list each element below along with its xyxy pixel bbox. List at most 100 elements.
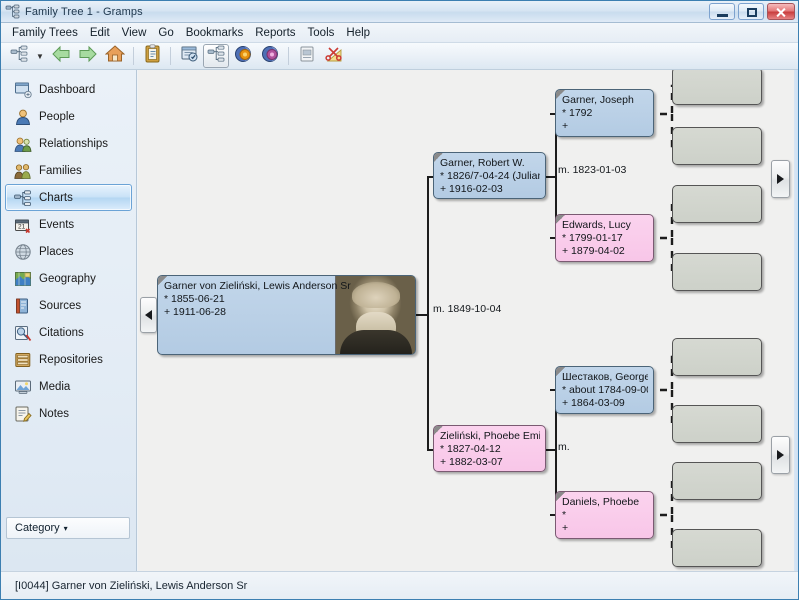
menu-go[interactable]: Go bbox=[152, 25, 179, 41]
pedigree-chart-canvas[interactable]: Garner von Zieliński, Lewis Anderson Sr … bbox=[138, 70, 794, 571]
menu-family-trees[interactable]: Family Trees bbox=[6, 25, 84, 41]
menu-reports[interactable]: Reports bbox=[249, 25, 301, 41]
sidebar-label: Families bbox=[39, 164, 82, 177]
menu-help[interactable]: Help bbox=[340, 25, 376, 41]
clipboard-button[interactable] bbox=[139, 44, 165, 68]
sidebar-item-people[interactable]: People bbox=[5, 103, 132, 130]
add-person-button[interactable] bbox=[230, 44, 256, 68]
minimize-button[interactable] bbox=[709, 3, 735, 20]
reports-button[interactable] bbox=[294, 44, 320, 68]
triangle-right-icon bbox=[777, 450, 784, 460]
sidebar-item-dashboard[interactable]: Dashboard bbox=[5, 76, 132, 103]
sidebar-label: Events bbox=[39, 218, 75, 231]
title-bar: Family Tree 1 - Gramps bbox=[1, 1, 798, 23]
sidebar-item-repositories[interactable]: Repositories bbox=[5, 346, 132, 373]
person-box-paternal-grandmother[interactable]: Edwards, Lucy * 1799-01-17 + 1879-04-02 bbox=[555, 214, 654, 262]
person-box-maternal-grandmother[interactable]: Daniels, Phoebe * + bbox=[555, 491, 654, 539]
geography-icon bbox=[14, 270, 32, 288]
sidebar-label: Charts bbox=[39, 191, 73, 204]
expand-lower-right-button[interactable] bbox=[771, 436, 790, 474]
sidebar-label: People bbox=[39, 110, 75, 123]
dashboard-icon bbox=[14, 81, 32, 99]
fold-corner-icon bbox=[556, 367, 565, 376]
close-button[interactable] bbox=[767, 3, 795, 20]
clipboard-icon bbox=[144, 44, 161, 68]
person-box-empty-4[interactable] bbox=[672, 253, 762, 291]
toolbar-separator bbox=[288, 47, 289, 65]
home-person-button[interactable] bbox=[102, 44, 128, 68]
sidebar-item-media[interactable]: Media bbox=[5, 373, 132, 400]
person-box-empty-2[interactable] bbox=[672, 127, 762, 165]
maximize-button[interactable] bbox=[738, 3, 764, 20]
person-box-maternal-grandfather[interactable]: Шестаков, George * about 1784-09-00 + 18… bbox=[555, 366, 654, 414]
undo-history-button[interactable] bbox=[321, 44, 347, 68]
window-title: Family Tree 1 - Gramps bbox=[25, 5, 143, 18]
back-button[interactable] bbox=[48, 44, 74, 68]
fold-corner-icon bbox=[434, 153, 443, 162]
notes-icon bbox=[14, 405, 32, 423]
menu-bookmarks[interactable]: Bookmarks bbox=[180, 25, 250, 41]
person-death: + 1879-04-02 bbox=[562, 245, 625, 257]
person-name: Garner, Robert W. bbox=[440, 157, 525, 169]
new-family-tree-button[interactable] bbox=[6, 44, 32, 68]
person-box-paternal-grandfather[interactable]: Garner, Joseph * 1792 + bbox=[555, 89, 654, 137]
sidebar-label: Citations bbox=[39, 326, 84, 339]
sidebar-item-relationships[interactable]: Relationships bbox=[5, 130, 132, 157]
person-birth: * about 1784-09-00 bbox=[562, 384, 648, 396]
sidebar-item-citations[interactable]: Citations bbox=[5, 319, 132, 346]
fold-corner-icon bbox=[556, 215, 565, 224]
forward-button[interactable] bbox=[75, 44, 101, 68]
page-icon bbox=[299, 45, 315, 68]
person-box-empty-7[interactable] bbox=[672, 462, 762, 500]
charts-view-button[interactable] bbox=[203, 44, 229, 68]
person-birth: * 1799-01-17 bbox=[562, 232, 623, 244]
sidebar-item-events[interactable]: 21 Events bbox=[5, 211, 132, 238]
tool-bar: ▼ bbox=[1, 43, 798, 70]
menu-view[interactable]: View bbox=[116, 25, 153, 41]
fold-corner-icon bbox=[556, 492, 565, 501]
status-bar: [I0044] Garner von Zieliński, Lewis Ande… bbox=[1, 571, 798, 599]
person-box-empty-3[interactable] bbox=[672, 185, 762, 223]
person-name: Daniels, Phoebe bbox=[562, 496, 640, 508]
person-death: + 1916-02-03 bbox=[440, 183, 503, 195]
sidebar-item-charts[interactable]: Charts bbox=[5, 184, 132, 211]
menu-tools[interactable]: Tools bbox=[302, 25, 341, 41]
toolbar-separator bbox=[133, 47, 134, 65]
person-box-empty-1[interactable] bbox=[672, 70, 762, 105]
menu-edit[interactable]: Edit bbox=[84, 25, 116, 41]
person-box-empty-8[interactable] bbox=[672, 529, 762, 567]
families-icon bbox=[14, 162, 32, 180]
marriage-label-maternal: m. bbox=[558, 441, 570, 453]
edit-person-button[interactable] bbox=[257, 44, 283, 68]
gramps-tree-icon bbox=[5, 4, 21, 20]
status-text: [I0044] Garner von Zieliński, Lewis Ande… bbox=[15, 579, 248, 592]
chevron-down-icon: ▾ bbox=[63, 523, 68, 533]
sidebar-item-places[interactable]: Places bbox=[5, 238, 132, 265]
expand-upper-right-button[interactable] bbox=[771, 160, 790, 198]
person-box-father[interactable]: Garner, Robert W. * 1826/7-04-24 (Julian… bbox=[433, 152, 546, 199]
person-box-mother[interactable]: Zieliński, Phoebe Emily * 1827-04-12 + 1… bbox=[433, 425, 546, 472]
arrow-right-icon bbox=[78, 45, 98, 68]
window-controls bbox=[709, 3, 795, 20]
sidebar-item-sources[interactable]: Sources bbox=[5, 292, 132, 319]
person-death: + 1882-03-07 bbox=[440, 456, 503, 468]
person-box-empty-5[interactable] bbox=[672, 338, 762, 376]
person-box-empty-6[interactable] bbox=[672, 405, 762, 443]
globe-orange-icon bbox=[234, 45, 252, 68]
sidebar-item-families[interactable]: Families bbox=[5, 157, 132, 184]
people-icon bbox=[14, 108, 32, 126]
sidebar-item-geography[interactable]: Geography bbox=[5, 265, 132, 292]
configure-view-button[interactable] bbox=[176, 44, 202, 68]
new-family-tree-icon bbox=[10, 44, 29, 68]
fold-corner-icon bbox=[556, 90, 565, 99]
dropdown-caret-icon[interactable]: ▼ bbox=[33, 52, 47, 61]
scroll-left-button[interactable] bbox=[140, 297, 157, 333]
sidebar-label: Geography bbox=[39, 272, 96, 285]
sidebar-item-notes[interactable]: Notes bbox=[5, 400, 132, 427]
person-name: Garner von Zieliński, Lewis Anderson Sr bbox=[164, 280, 351, 292]
person-death: + 1864-03-09 bbox=[562, 397, 625, 409]
charts-icon bbox=[14, 189, 32, 207]
person-box-center[interactable]: Garner von Zieliński, Lewis Anderson Sr … bbox=[157, 275, 416, 355]
category-selector[interactable]: Category ▾ bbox=[6, 517, 130, 539]
person-birth: * 1827-04-12 bbox=[440, 443, 501, 455]
